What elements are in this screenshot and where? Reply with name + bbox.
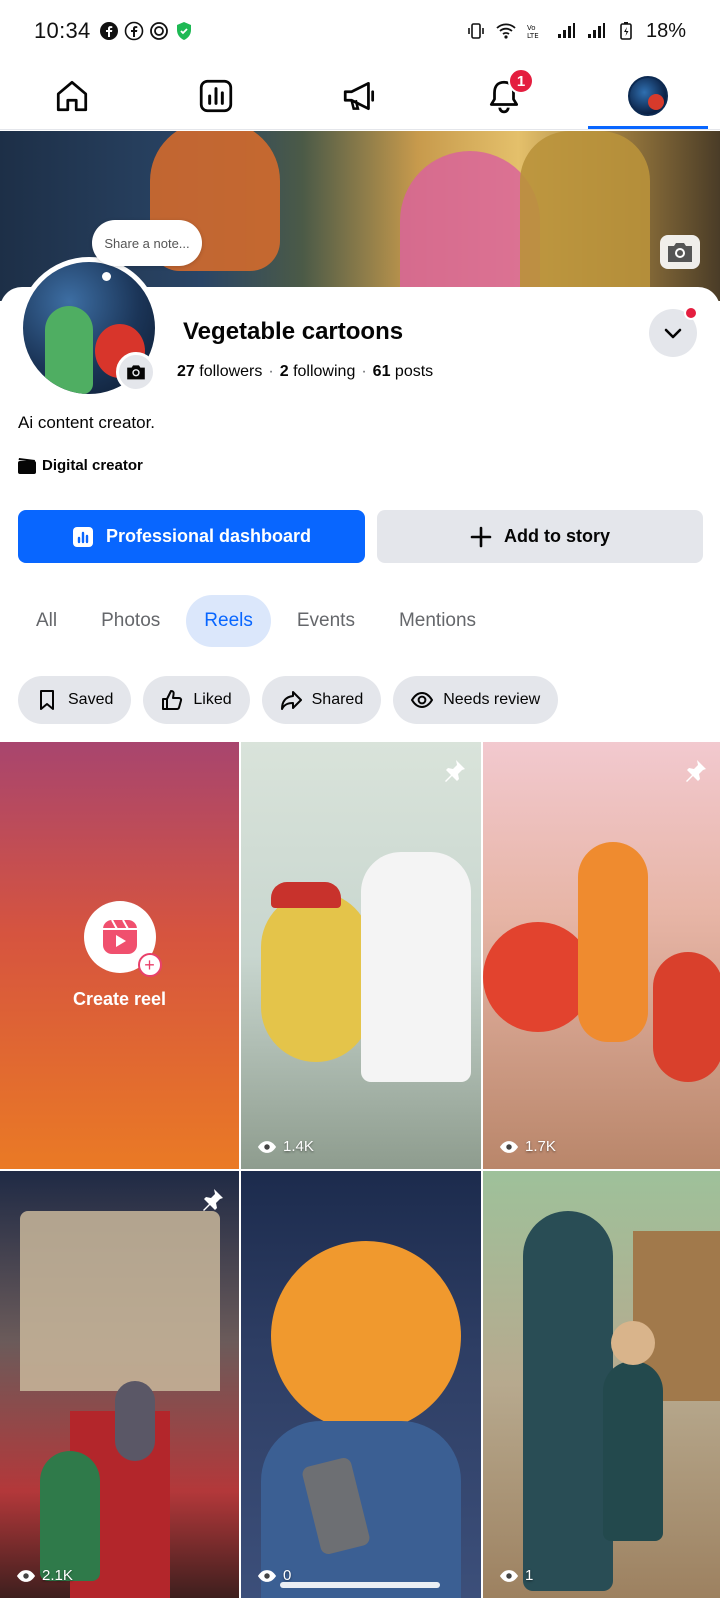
- camera-icon: [127, 365, 145, 380]
- notification-badge: 1: [508, 68, 534, 94]
- status-right: Vo LTE 18%: [466, 20, 686, 43]
- following-stat[interactable]: 2 following: [280, 363, 356, 381]
- clapperboard-icon: [18, 457, 36, 474]
- profile-stats: 27 followers · 2 following · 61 posts: [177, 363, 434, 381]
- tab-photos[interactable]: Photos: [83, 595, 178, 647]
- posts-stat[interactable]: 61 posts: [373, 363, 434, 381]
- nav-dashboard[interactable]: [144, 62, 288, 129]
- tab-events[interactable]: Events: [279, 595, 373, 647]
- note-bubble-tail: [102, 272, 111, 281]
- nav-profile[interactable]: [576, 62, 720, 129]
- followers-stat[interactable]: 27 followers: [177, 363, 262, 381]
- eye-icon: [499, 1569, 519, 1582]
- battery-percent: 18%: [645, 19, 686, 42]
- eye-icon: [499, 1140, 519, 1153]
- reel-tile[interactable]: 1: [483, 1171, 720, 1598]
- content-tabs: All Photos Reels Events Mentions: [18, 594, 494, 648]
- menu-notification-dot: [684, 306, 698, 320]
- eye-icon: [257, 1569, 277, 1582]
- reel-tile[interactable]: 1.4K: [241, 742, 481, 1169]
- reel-views: 2.1K: [16, 1567, 73, 1584]
- top-nav: 1: [0, 62, 720, 130]
- thumbs-up-icon: [162, 690, 183, 710]
- nav-ads[interactable]: [288, 62, 432, 129]
- add-to-story-button[interactable]: Add to story: [377, 510, 703, 563]
- reel-filters: Saved Liked Shared Needs review: [18, 676, 559, 724]
- home-indicator[interactable]: [280, 1582, 440, 1588]
- reel-tile[interactable]: 2.1K: [0, 1171, 239, 1598]
- wifi-icon: [496, 23, 516, 39]
- filter-needs-review[interactable]: Needs review: [393, 676, 559, 724]
- plus-icon: +: [137, 953, 162, 977]
- reel-tile[interactable]: 0: [241, 1171, 481, 1598]
- reels-icon: +: [83, 901, 162, 977]
- chevron-down-icon: [664, 328, 682, 339]
- cover-camera-button[interactable]: [660, 235, 700, 269]
- filter-liked[interactable]: Liked: [143, 676, 250, 724]
- reels-grid: + Create reel 1.4K 1.7K 2.1K 0 1: [0, 742, 720, 1598]
- reel-views: 1.7K: [499, 1138, 556, 1155]
- insights-icon: [72, 526, 93, 547]
- tab-reels[interactable]: Reels: [186, 595, 271, 647]
- reel-views: 1.4K: [257, 1138, 314, 1155]
- eye-icon: [411, 691, 434, 709]
- nav-notifications[interactable]: 1: [432, 62, 576, 129]
- tab-all[interactable]: All: [18, 595, 75, 647]
- signal-icon: [557, 23, 575, 38]
- share-note-bubble[interactable]: Share a note...: [92, 220, 202, 266]
- megaphone-icon: [343, 81, 375, 110]
- ring-app-icon: [149, 22, 168, 40]
- status-bar: 10:34 Vo LTE 18%: [0, 0, 720, 62]
- create-reel-tile[interactable]: + Create reel: [0, 742, 239, 1169]
- reel-tile[interactable]: 1.7K: [483, 742, 720, 1169]
- profile-bio: Ai content creator.: [18, 413, 156, 432]
- eye-icon: [16, 1569, 36, 1582]
- professional-dashboard-button[interactable]: Professional dashboard: [18, 510, 365, 563]
- filter-saved[interactable]: Saved: [18, 676, 132, 724]
- status-time: 10:34: [34, 18, 91, 43]
- camera-icon: [668, 243, 692, 262]
- facebook-icon: [124, 21, 143, 41]
- svg-text:Vo: Vo: [527, 24, 536, 32]
- avatar-icon: [628, 75, 668, 116]
- plus-icon: [470, 526, 492, 547]
- pin-icon: [203, 1189, 223, 1211]
- svg-text:LTE: LTE: [527, 32, 539, 40]
- profile-category: Digital creator: [18, 457, 143, 474]
- bookmark-icon: [40, 690, 54, 710]
- facebook-icon: [99, 22, 118, 40]
- eye-icon: [257, 1140, 277, 1153]
- tab-mentions[interactable]: Mentions: [381, 595, 494, 647]
- avatar-camera-button[interactable]: [116, 352, 156, 392]
- pin-icon: [445, 760, 465, 782]
- nav-home[interactable]: [0, 62, 144, 129]
- share-icon: [280, 691, 302, 710]
- filter-shared[interactable]: Shared: [261, 676, 382, 724]
- home-icon: [56, 80, 88, 111]
- vibrate-icon: [468, 23, 484, 39]
- battery-charging-icon: [620, 22, 632, 40]
- profile-name: Vegetable cartoons: [183, 318, 404, 345]
- signal-icon: [587, 23, 605, 38]
- shield-icon: [176, 22, 191, 40]
- insights-icon: [199, 79, 233, 112]
- status-left-icons: [99, 21, 194, 41]
- pin-icon: [686, 760, 706, 782]
- volte-icon: VoLTE: [527, 24, 539, 40]
- reel-views: 1: [499, 1567, 533, 1584]
- create-reel-label: Create reel: [72, 989, 167, 1009]
